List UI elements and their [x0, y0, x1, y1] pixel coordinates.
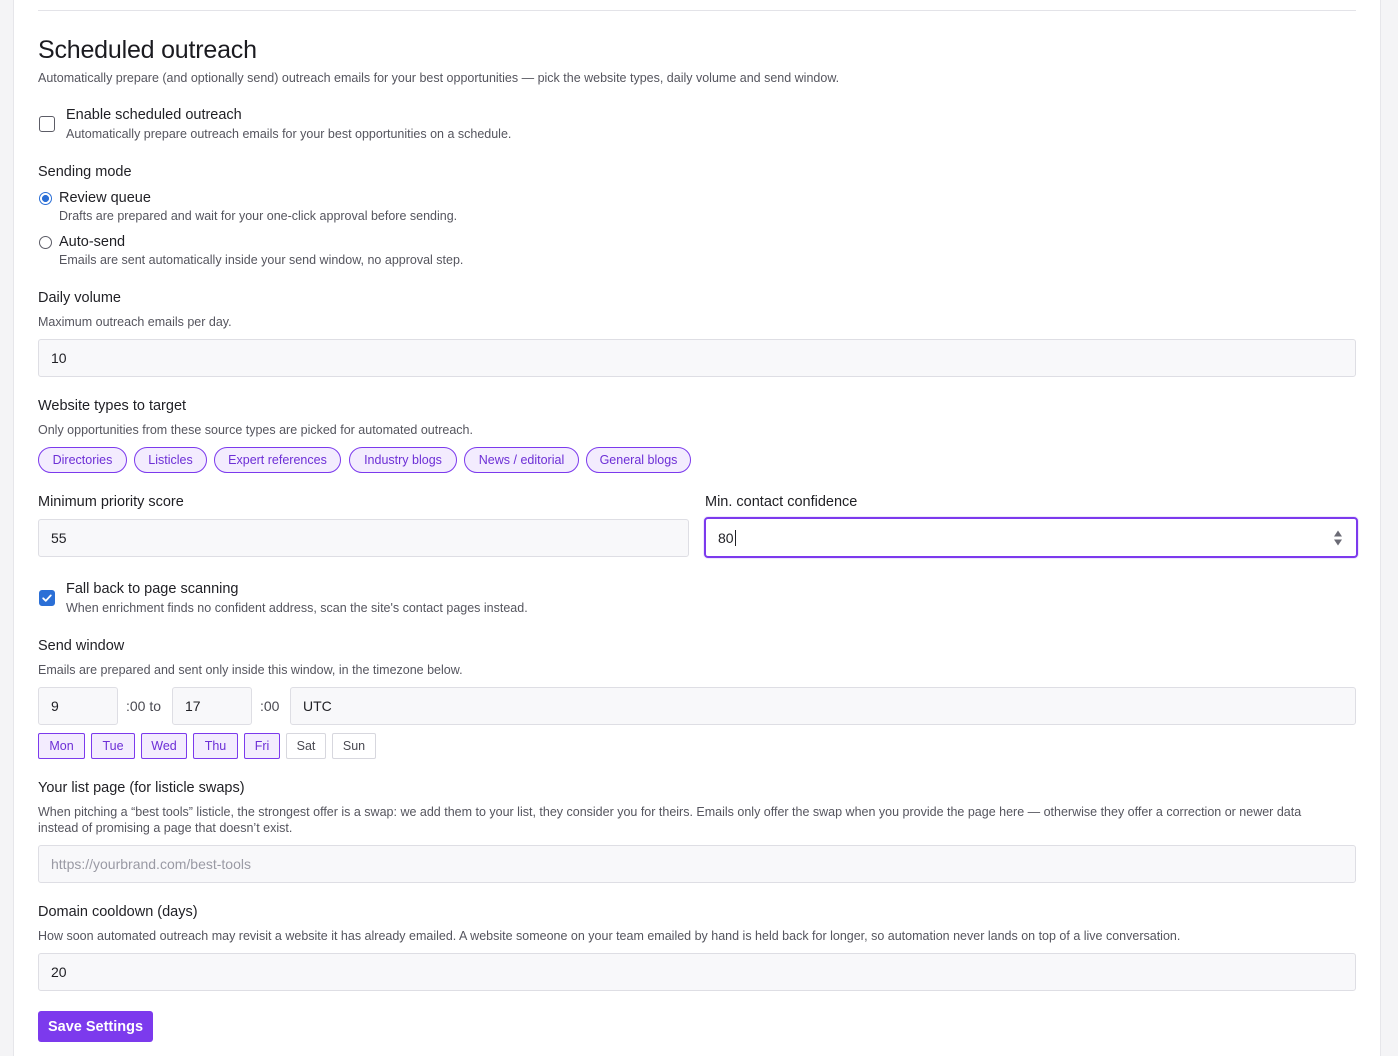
enable-help: Automatically prepare outreach emails fo…: [66, 127, 512, 141]
chip-expert-references[interactable]: Expert references: [214, 447, 341, 473]
day-toggle-tue[interactable]: Tue: [91, 733, 135, 759]
chip-industry-blogs[interactable]: Industry blogs: [349, 447, 457, 473]
cooldown-help: How soon automated outreach may revisit …: [38, 929, 1181, 943]
enable-scheduled-outreach-checkbox[interactable]: [39, 116, 55, 132]
min-confidence-input[interactable]: 80: [704, 517, 1358, 558]
auto-send-help: Emails are sent automatically inside you…: [59, 253, 464, 267]
spinner-down-icon[interactable]: [1334, 539, 1342, 545]
chip-general-blogs[interactable]: General blogs: [586, 447, 691, 473]
send-window-help: Emails are prepared and sent only inside…: [38, 663, 463, 677]
daily-volume-label: Daily volume: [38, 290, 121, 306]
end-hour-input[interactable]: 17: [172, 687, 252, 725]
list-page-help-line2: instead of promising a page that doesn’t…: [38, 821, 293, 835]
auto-send-radio[interactable]: [39, 236, 52, 249]
start-hour-suffix: :00 to: [126, 698, 162, 714]
start-hour-value: 9: [51, 698, 59, 714]
number-spinner[interactable]: [1334, 530, 1342, 545]
send-window-label: Send window: [38, 638, 125, 654]
daily-volume-input[interactable]: 10: [38, 339, 1356, 377]
list-page-help-line1: When pitching a “best tools” listicle, t…: [38, 805, 1302, 819]
day-toggle-sat[interactable]: Sat: [286, 733, 326, 759]
cooldown-label: Domain cooldown (days): [38, 904, 198, 920]
day-toggle-wed[interactable]: Wed: [141, 733, 187, 759]
cooldown-input[interactable]: 20: [38, 953, 1356, 991]
end-hour-value: 17: [185, 698, 201, 714]
settings-card: Scheduled outreach Automatically prepare…: [13, 0, 1381, 1056]
website-types-label: Website types to target: [38, 398, 187, 414]
list-page-label: Your list page (for listicle swaps): [38, 780, 245, 796]
timezone-input[interactable]: UTC: [290, 687, 1356, 725]
enable-label: Enable scheduled outreach: [66, 107, 242, 123]
fallback-page-scanning-checkbox[interactable]: [39, 590, 55, 606]
min-priority-label: Minimum priority score: [38, 494, 184, 510]
review-queue-radio[interactable]: [39, 192, 52, 205]
day-toggle-fri[interactable]: Fri: [244, 733, 280, 759]
website-types-help: Only opportunities from these source typ…: [38, 423, 473, 437]
chip-listicles[interactable]: Listicles: [134, 447, 207, 473]
section-description: Automatically prepare (and optionally se…: [38, 71, 840, 85]
start-hour-input[interactable]: 9: [38, 687, 118, 725]
list-page-url-input[interactable]: https://yourbrand.com/best-tools: [38, 845, 1356, 883]
min-confidence-value: 80: [718, 529, 734, 546]
day-toggle-thu[interactable]: Thu: [193, 733, 238, 759]
daily-volume-help: Maximum outreach emails per day.: [38, 315, 232, 329]
min-priority-input[interactable]: 55: [38, 519, 689, 557]
spinner-up-icon[interactable]: [1334, 530, 1342, 536]
day-toggle-mon[interactable]: Mon: [38, 733, 85, 759]
end-hour-suffix: :00: [260, 698, 280, 714]
chip-directories[interactable]: Directories: [38, 447, 127, 473]
checkmark-icon: [42, 594, 52, 602]
day-toggle-sun[interactable]: Sun: [332, 733, 376, 759]
review-queue-help: Drafts are prepared and wait for your on…: [59, 209, 458, 223]
review-queue-label: Review queue: [59, 190, 151, 206]
min-confidence-label: Min. contact confidence: [705, 494, 858, 510]
section-title: Scheduled outreach: [38, 36, 257, 64]
sending-mode-label: Sending mode: [38, 164, 132, 180]
save-settings-button[interactable]: Save Settings: [38, 1011, 153, 1042]
auto-send-label: Auto-send: [59, 234, 126, 250]
fallback-label: Fall back to page scanning: [66, 581, 239, 597]
daily-volume-value: 10: [51, 350, 67, 366]
chip-news-editorial[interactable]: News / editorial: [464, 447, 579, 473]
text-caret: [734, 529, 736, 546]
cooldown-value: 20: [51, 964, 67, 980]
top-divider: [38, 10, 1356, 11]
list-page-placeholder: https://yourbrand.com/best-tools: [51, 856, 251, 872]
timezone-value: UTC: [303, 698, 332, 714]
fallback-help: When enrichment finds no confident addre…: [66, 601, 528, 615]
min-priority-value: 55: [51, 530, 67, 546]
